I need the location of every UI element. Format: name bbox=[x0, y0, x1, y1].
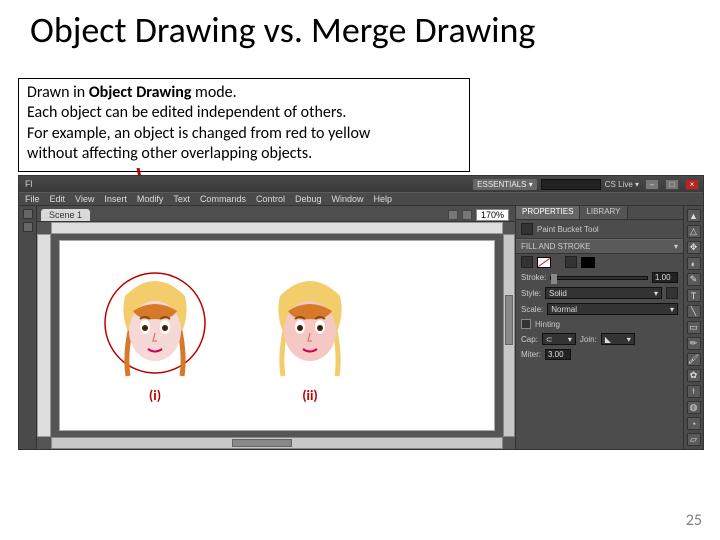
menu-help[interactable]: Help bbox=[374, 194, 393, 204]
paint-bucket-icon bbox=[521, 223, 533, 235]
bone-tool-icon[interactable]: ⟊ bbox=[687, 385, 701, 398]
scale-dropdown[interactable]: Normal▾ bbox=[547, 303, 678, 315]
line-tool-icon[interactable]: ╲ bbox=[687, 305, 701, 318]
label-i: (i) bbox=[95, 387, 215, 404]
scrollbar-vertical[interactable] bbox=[503, 234, 515, 437]
menu-commands[interactable]: Commands bbox=[200, 194, 246, 204]
miter-label: Miter: bbox=[521, 350, 541, 359]
pencil-tool-icon[interactable]: ✏ bbox=[687, 337, 701, 350]
symbol-icon[interactable] bbox=[462, 210, 472, 220]
brush-tool-icon[interactable]: 🖌 bbox=[687, 353, 701, 366]
page-number: 25 bbox=[686, 511, 702, 530]
pen-tool-icon[interactable]: ✎ bbox=[687, 273, 701, 286]
rect-tool-icon[interactable]: ▭ bbox=[687, 321, 701, 334]
menu-view[interactable]: View bbox=[75, 194, 94, 204]
join-dropdown[interactable]: ◣▾ bbox=[601, 333, 635, 345]
app-window: Fl ESSENTIALS ▾ CS Live ▾ – □ × File Edi… bbox=[18, 175, 704, 450]
scale-label: Scale: bbox=[521, 305, 543, 314]
style-dropdown[interactable]: Solid▾ bbox=[545, 287, 662, 299]
toolbox: ▲ △ ✥ ◐ ✎ T ╲ ▭ ✏ 🖌 ✿ ⟊ ◍ ◔ ▱ bbox=[683, 206, 703, 449]
ruler-vertical bbox=[37, 234, 51, 437]
fill-pencil-icon[interactable] bbox=[521, 256, 533, 268]
document-area: Scene 1 170% bbox=[37, 206, 515, 449]
menu-window[interactable]: Window bbox=[332, 194, 364, 204]
style-edit-icon[interactable] bbox=[666, 287, 678, 299]
lasso-tool-icon[interactable]: ◐ bbox=[687, 257, 701, 270]
workspace-switcher[interactable]: ESSENTIALS ▾ bbox=[473, 179, 537, 190]
menu-debug[interactable]: Debug bbox=[295, 194, 322, 204]
eraser-tool-icon[interactable]: ▱ bbox=[687, 433, 701, 446]
menu-text[interactable]: Text bbox=[173, 194, 190, 204]
hinting-checkbox[interactable] bbox=[521, 319, 531, 329]
minimize-button[interactable]: – bbox=[645, 179, 659, 190]
cs-live-menu[interactable]: CS Live ▾ bbox=[605, 180, 639, 189]
scene-bar: Scene 1 170% bbox=[37, 206, 515, 222]
callout-l4: without affecting other overlapping obje… bbox=[27, 144, 461, 164]
cap-dropdown[interactable]: ⊂▾ bbox=[542, 333, 576, 345]
slide-title: Object Drawing vs. Merge Drawing bbox=[30, 8, 700, 52]
close-button[interactable]: × bbox=[685, 179, 699, 190]
stage-canvas[interactable]: (i) bbox=[59, 240, 495, 431]
label-ii: (ii) bbox=[250, 387, 370, 404]
tool-name: Paint Bucket Tool bbox=[537, 225, 599, 234]
stroke-value[interactable]: 1.00 bbox=[652, 272, 678, 283]
join-label: Join: bbox=[580, 335, 597, 344]
scroll-thumb[interactable] bbox=[232, 439, 292, 447]
tab-library[interactable]: LIBRARY bbox=[580, 206, 627, 219]
rail-icon[interactable] bbox=[23, 209, 33, 219]
left-rail bbox=[19, 206, 37, 449]
style-label: Style: bbox=[521, 289, 541, 298]
menu-modify[interactable]: Modify bbox=[137, 194, 164, 204]
menu-control[interactable]: Control bbox=[256, 194, 285, 204]
menu-file[interactable]: File bbox=[25, 194, 40, 204]
cap-label: Cap: bbox=[521, 335, 538, 344]
callout-l1c: mode. bbox=[191, 83, 236, 102]
hinting-label: Hinting bbox=[535, 320, 560, 329]
callout-l1a: Drawn in bbox=[27, 83, 89, 102]
tab-properties[interactable]: PROPERTIES bbox=[516, 206, 580, 219]
free-transform-icon[interactable]: ✥ bbox=[687, 241, 701, 254]
stroke-swatch[interactable] bbox=[581, 257, 595, 268]
scroll-thumb[interactable] bbox=[505, 295, 513, 345]
fill-stroke-header[interactable]: FILL AND STROKE bbox=[521, 242, 591, 251]
face-i: (i) bbox=[95, 261, 215, 404]
miter-value[interactable]: 3.00 bbox=[545, 349, 571, 360]
callout-l3: For example, an object is changed from r… bbox=[27, 124, 461, 144]
window-doc-name: Fl bbox=[25, 179, 33, 189]
callout-box: Drawn in Object Drawing mode. Each objec… bbox=[18, 78, 470, 172]
zoom-field[interactable]: 170% bbox=[476, 209, 509, 221]
titlebar: Fl ESSENTIALS ▾ CS Live ▾ – □ × bbox=[19, 176, 703, 192]
maximize-button[interactable]: □ bbox=[665, 179, 679, 190]
callout-l2: Each object can be edited independent of… bbox=[27, 103, 461, 123]
properties-panel: PROPERTIES LIBRARY Paint Bucket Tool FIL… bbox=[515, 206, 683, 449]
stroke-label: Stroke: bbox=[521, 273, 546, 282]
search-input[interactable] bbox=[541, 179, 601, 190]
subselect-tool-icon[interactable]: △ bbox=[687, 225, 701, 238]
edit-scene-icon[interactable] bbox=[448, 210, 458, 220]
scene-tab[interactable]: Scene 1 bbox=[41, 209, 90, 221]
menu-edit[interactable]: Edit bbox=[50, 194, 66, 204]
face-ii: (ii) bbox=[250, 261, 370, 404]
eyedropper-tool-icon[interactable]: ◔ bbox=[687, 417, 701, 430]
stroke-bucket-icon[interactable] bbox=[565, 256, 577, 268]
menu-insert[interactable]: Insert bbox=[104, 194, 127, 204]
menubar: File Edit View Insert Modify Text Comman… bbox=[19, 192, 703, 206]
paint-bucket-tool-icon[interactable]: ◍ bbox=[687, 401, 701, 414]
scrollbar-horizontal[interactable] bbox=[51, 437, 503, 449]
fill-swatch[interactable] bbox=[537, 257, 551, 268]
deco-tool-icon[interactable]: ✿ bbox=[687, 369, 701, 382]
selection-tool-icon[interactable]: ▲ bbox=[687, 209, 701, 222]
rail-icon[interactable] bbox=[23, 222, 33, 232]
ruler-horizontal bbox=[51, 222, 503, 234]
callout-l1b: Object Drawing bbox=[89, 83, 192, 102]
stroke-slider[interactable] bbox=[551, 274, 557, 284]
text-tool-icon[interactable]: T bbox=[687, 289, 701, 302]
